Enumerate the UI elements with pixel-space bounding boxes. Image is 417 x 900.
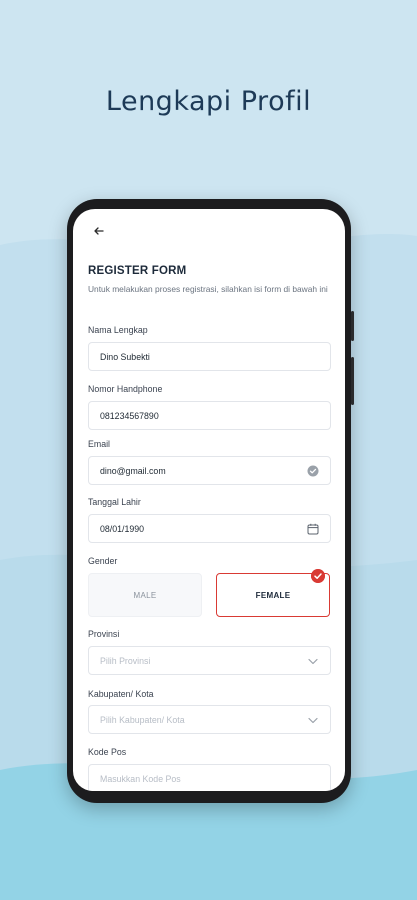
gender-option-male[interactable]: MALE <box>88 573 202 617</box>
email-label: Email <box>88 439 110 449</box>
postal-field[interactable]: Masukkan Kode Pos <box>88 764 331 791</box>
birthdate-label: Tanggal Lahir <box>88 497 141 507</box>
name-field[interactable]: Dino Subekti <box>88 342 331 371</box>
phone-mockup: REGISTER FORM Untuk melakukan proses reg… <box>67 199 354 803</box>
phone-label: Nomor Handphone <box>88 384 163 394</box>
chevron-down-icon <box>308 658 318 665</box>
province-select[interactable]: Pilih Provinsi <box>88 646 331 675</box>
check-badge-icon <box>311 569 325 583</box>
verified-check-icon <box>307 465 319 477</box>
postal-placeholder: Masukkan Kode Pos <box>100 774 181 784</box>
page-headline: Lengkapi Profil <box>105 86 312 117</box>
birthdate-value: 08/01/1990 <box>100 524 145 534</box>
arrow-left-icon[interactable] <box>92 224 106 238</box>
calendar-icon[interactable] <box>307 523 319 535</box>
name-label: Nama Lengkap <box>88 325 148 335</box>
city-label: Kabupaten/ Kota <box>88 689 154 699</box>
postal-label: Kode Pos <box>88 747 127 757</box>
phone-volume-button <box>351 357 354 405</box>
city-placeholder: Pilih Kabupaten/ Kota <box>100 715 185 725</box>
province-placeholder: Pilih Provinsi <box>100 656 151 666</box>
phone-field[interactable]: 081234567890 <box>88 401 331 430</box>
chevron-down-icon <box>308 717 318 724</box>
email-value: dino@gmail.com <box>100 466 166 476</box>
province-label: Provinsi <box>88 629 120 639</box>
phone-side-button <box>351 311 354 341</box>
email-field[interactable]: dino@gmail.com <box>88 456 331 485</box>
gender-label: Gender <box>88 556 118 566</box>
city-select[interactable]: Pilih Kabupaten/ Kota <box>88 705 331 734</box>
name-value: Dino Subekti <box>100 352 150 362</box>
form-title: REGISTER FORM <box>88 265 187 277</box>
birthdate-field[interactable]: 08/01/1990 <box>88 514 331 543</box>
form-subtitle: Untuk melakukan proses registrasi, silah… <box>88 284 328 294</box>
phone-screen: REGISTER FORM Untuk melakukan proses reg… <box>73 209 345 791</box>
phone-value: 081234567890 <box>100 411 159 421</box>
